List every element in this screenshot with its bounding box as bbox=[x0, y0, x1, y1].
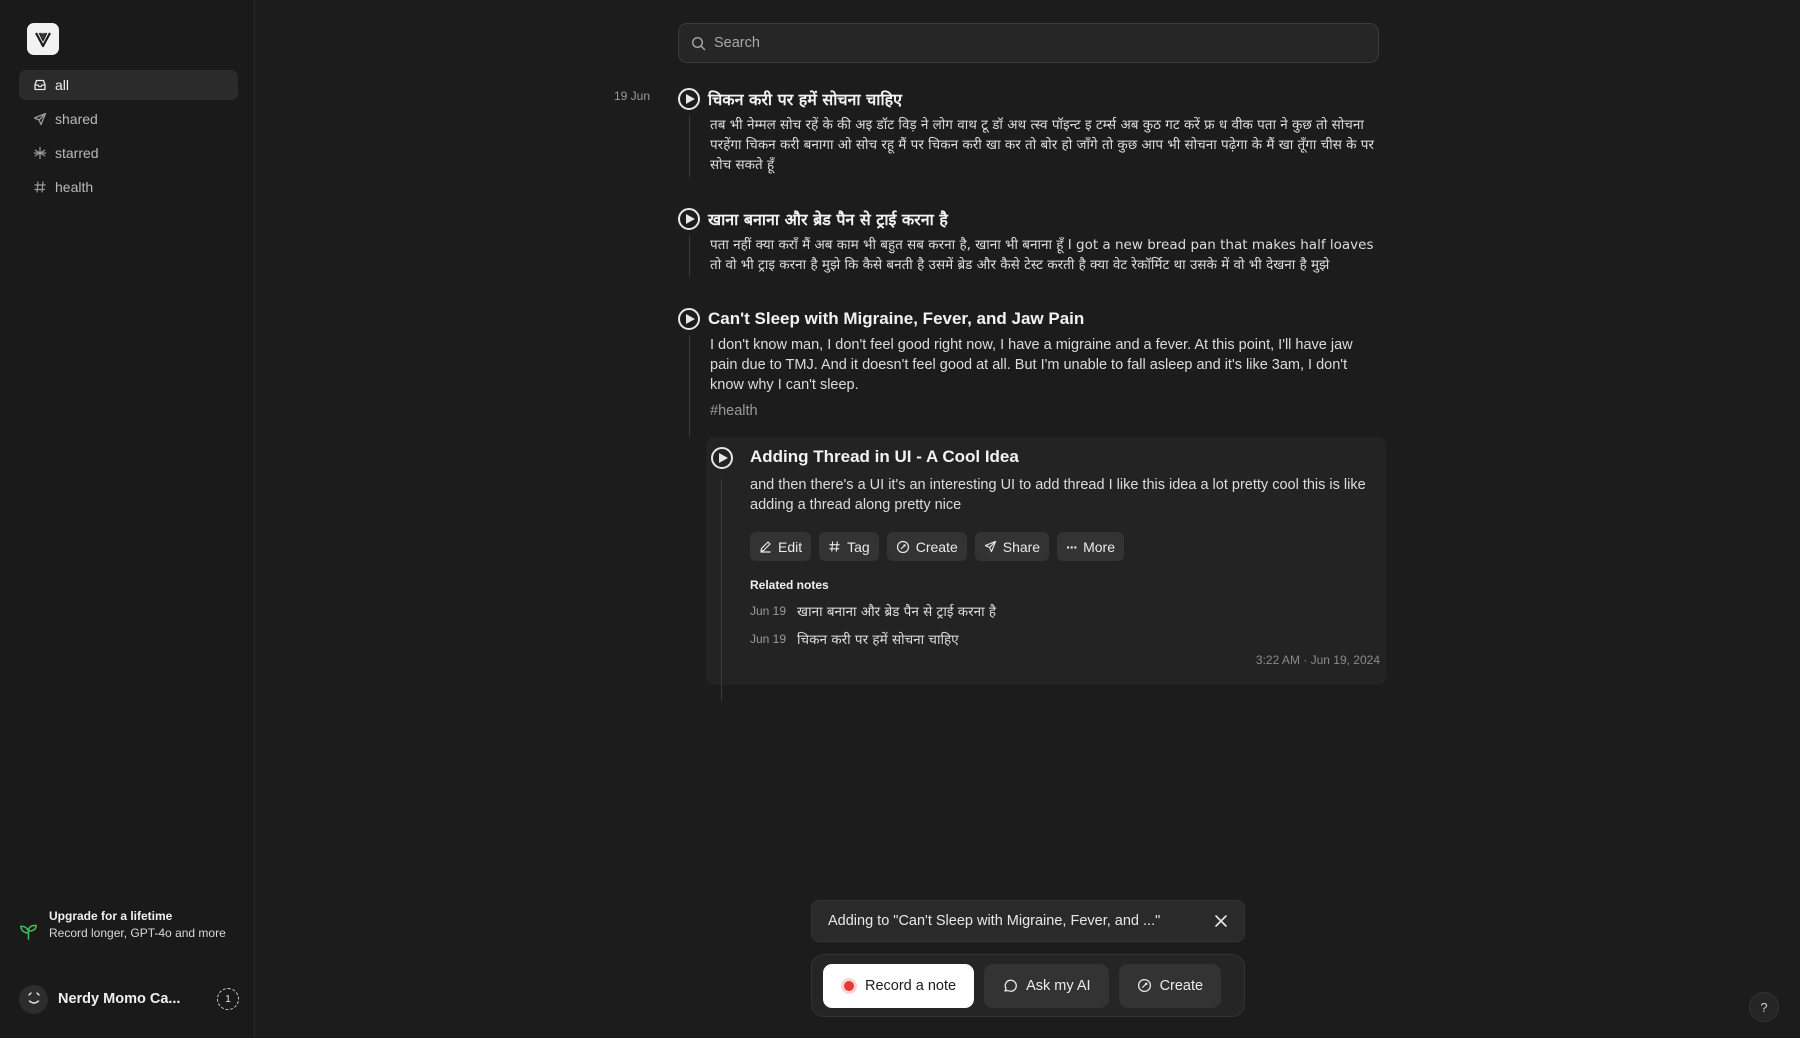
edit-button[interactable]: Edit bbox=[750, 532, 812, 561]
play-icon[interactable] bbox=[678, 88, 700, 110]
note-body: I don't know man, I don't feel good righ… bbox=[689, 335, 1383, 437]
tag-label: health bbox=[718, 403, 758, 419]
help-button[interactable]: ? bbox=[1749, 992, 1779, 1022]
hash-icon: # bbox=[710, 403, 719, 419]
sidebar-item-starred[interactable]: starred bbox=[19, 138, 238, 168]
search-icon bbox=[691, 36, 706, 50]
related-note[interactable]: Jun 19 खाना बनाना और ब्रेड पैन से ट्राई … bbox=[750, 602, 996, 620]
sparkle-circle-icon bbox=[896, 540, 909, 553]
thread-body: and then there's a UI it's an interestin… bbox=[750, 477, 1366, 513]
send-icon bbox=[32, 112, 47, 127]
share-button[interactable]: Share bbox=[974, 532, 1050, 561]
sidebar: all shared starred health Upgrade for a … bbox=[0, 0, 255, 1038]
user-profile[interactable]: Nerdy Momo Ca... 1 bbox=[19, 984, 239, 1014]
inbox-icon bbox=[32, 78, 47, 93]
hash-icon bbox=[32, 180, 47, 195]
note-title[interactable]: खाना बनाना और ब्रेड पैन से ट्राई करना है bbox=[708, 208, 948, 230]
pencil-icon bbox=[760, 541, 771, 553]
play-icon[interactable] bbox=[678, 208, 700, 230]
send-icon bbox=[984, 540, 996, 553]
sidebar-item-label: all bbox=[55, 77, 70, 93]
avatar[interactable] bbox=[19, 984, 48, 1014]
note-title[interactable]: चिकन करी पर हमें सोचना चाहिए bbox=[708, 88, 902, 110]
ask-ai-button[interactable]: Ask my AI bbox=[984, 963, 1109, 1008]
user-name: Nerdy Momo Ca... bbox=[58, 991, 181, 1007]
sidebar-item-label: shared bbox=[55, 111, 98, 127]
app-logo[interactable] bbox=[27, 23, 59, 55]
button-label: More bbox=[1083, 538, 1115, 555]
note-title[interactable]: Can't Sleep with Migraine, Fever, and Ja… bbox=[708, 309, 1084, 329]
upgrade-title: Upgrade for a lifetime bbox=[49, 909, 173, 923]
button-label: Share bbox=[1002, 538, 1041, 555]
thread-card[interactable]: Adding Thread in UI - A Cool Idea and th… bbox=[706, 437, 1386, 701]
ellipsis-icon: ··· bbox=[1066, 538, 1078, 555]
logo-icon bbox=[35, 32, 51, 48]
date-group-label: 19 Jun bbox=[614, 89, 651, 103]
related-note[interactable]: Jun 19 चिकन करी पर हमें सोचना चाहिए bbox=[750, 630, 959, 648]
search-bar[interactable] bbox=[678, 23, 1379, 63]
related-note-title[interactable]: चिकन करी पर हमें सोचना चाहिए bbox=[797, 630, 959, 648]
note-body: तब भी नेम्मल सोच रहें के की अइ डॉट विड़ … bbox=[689, 115, 1383, 177]
note-text: I don't know man, I don't feel good righ… bbox=[710, 337, 1353, 393]
more-button[interactable]: ··· More bbox=[1057, 532, 1124, 561]
note-tag[interactable]: #health bbox=[710, 401, 1383, 421]
thread-line bbox=[721, 479, 722, 701]
app-window: all shared starred health Upgrade for a … bbox=[0, 0, 1800, 1038]
play-icon[interactable] bbox=[711, 447, 733, 469]
related-note-date: Jun 19 bbox=[750, 632, 787, 646]
sidebar-item-shared[interactable]: shared bbox=[19, 104, 238, 134]
upgrade-description: Record longer, GPT-4o and more bbox=[49, 926, 226, 940]
sprout-icon bbox=[20, 924, 37, 940]
tag-button[interactable]: Tag bbox=[819, 532, 879, 561]
record-icon bbox=[841, 977, 857, 994]
button-label: Edit bbox=[778, 538, 803, 555]
note-timestamp: 3:22 AM · Jun 19, 2024 bbox=[1255, 653, 1380, 667]
search-input[interactable] bbox=[714, 35, 1378, 51]
sidebar-item-label: health bbox=[55, 179, 94, 195]
note-body: पता नहीं क्या कराँ मैं अब काम भी बहुत सब… bbox=[689, 235, 1383, 277]
sidebar-nav: all shared starred health bbox=[19, 70, 238, 206]
button-label: Record a note bbox=[865, 977, 957, 994]
note-item[interactable]: खाना बनाना और ब्रेड पैन से ट्राई करना है… bbox=[678, 207, 1383, 277]
hash-icon bbox=[829, 541, 840, 552]
thread-actions: Edit Tag Create Share ··· More bbox=[750, 532, 1124, 561]
button-label: Ask my AI bbox=[1026, 977, 1091, 994]
sparkle-circle-icon bbox=[1137, 978, 1151, 993]
composer-bar: Record a note Ask my AI Create bbox=[811, 954, 1245, 1017]
button-label: Create bbox=[1159, 977, 1204, 994]
button-label: Create bbox=[915, 538, 958, 555]
create-button[interactable]: Create bbox=[1118, 963, 1222, 1008]
sidebar-item-all[interactable]: all bbox=[19, 70, 238, 100]
sidebar-item-label: starred bbox=[55, 145, 99, 161]
asterisk-icon bbox=[32, 146, 47, 161]
related-notes-heading: Related notes bbox=[750, 578, 829, 592]
thread-title[interactable]: Adding Thread in UI - A Cool Idea bbox=[750, 447, 1019, 467]
adding-to-banner: Adding to "Can't Sleep with Migraine, Fe… bbox=[811, 900, 1245, 942]
button-label: Tag bbox=[847, 538, 870, 555]
adding-to-text: Adding to "Can't Sleep with Migraine, Fe… bbox=[828, 913, 1161, 929]
note-item[interactable]: चिकन करी पर हमें सोचना चाहिए तब भी नेम्म… bbox=[678, 87, 1383, 177]
sidebar-item-health[interactable]: health bbox=[19, 172, 238, 202]
create-button[interactable]: Create bbox=[886, 532, 967, 561]
face-icon bbox=[27, 992, 40, 1004]
upgrade-banner[interactable]: Upgrade for a lifetime Record longer, GP… bbox=[19, 908, 239, 942]
related-note-date: Jun 19 bbox=[750, 604, 787, 618]
record-note-button[interactable]: Record a note bbox=[823, 963, 975, 1008]
close-icon[interactable] bbox=[1214, 914, 1228, 928]
related-note-title[interactable]: खाना बनाना और ब्रेड पैन से ट्राई करना है bbox=[797, 602, 996, 620]
note-item[interactable]: Can't Sleep with Migraine, Fever, and Ja… bbox=[678, 307, 1383, 437]
play-icon[interactable] bbox=[678, 308, 700, 330]
chat-bubble-icon bbox=[1004, 979, 1017, 992]
notification-badge[interactable]: 1 bbox=[217, 988, 239, 1010]
